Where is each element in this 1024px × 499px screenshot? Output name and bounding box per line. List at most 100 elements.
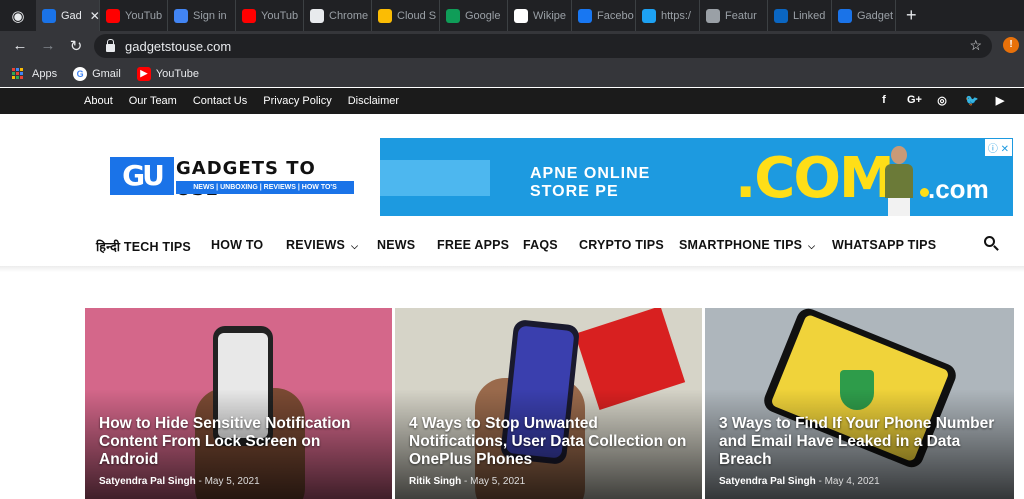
article-author[interactable]: Satyendra Pal Singh [99, 476, 196, 487]
ad-choices-icon[interactable]: ⓘ ✕ [983, 138, 1013, 157]
back-icon[interactable]: ← [6, 37, 34, 54]
article-title[interactable]: 3 Ways to Find If Your Phone Number and … [719, 415, 1004, 469]
nav-item-label: हिन्दी TECH TIPS [96, 240, 191, 254]
close-tab-icon[interactable]: ✕ [90, 9, 99, 23]
bookmark-youtube[interactable]: ▶ YouTube [136, 66, 200, 81]
nav-item-label: HOW TO [211, 238, 264, 252]
article-card[interactable]: 4 Ways to Stop Unwanted Notifications, U… [395, 308, 702, 499]
browser-tab[interactable]: Wikipe [508, 0, 572, 31]
bookmark-apps[interactable]: Apps [12, 67, 58, 80]
nav-item[interactable]: WHATSAPP TIPS [832, 238, 936, 252]
bookmark-youtube-label: YouTube [155, 67, 200, 80]
drive-icon [378, 8, 392, 23]
article-card[interactable]: 3 Ways to Find If Your Phone Number and … [705, 308, 1014, 499]
linkedin-icon [774, 8, 788, 23]
site-logo[interactable]: GU GADGETS TO USE NEWS | UNBOXING | REVI… [110, 157, 354, 200]
featured-icon [706, 8, 720, 23]
browser-tab-label: Sign in [193, 9, 227, 22]
topbar-link[interactable]: Privacy Policy [263, 95, 331, 107]
bookmarks-bar: Apps G Gmail ▶ YouTube [0, 60, 1024, 87]
new-tab-button[interactable]: + [906, 5, 917, 26]
ad-banner[interactable]: APNE ONLINE STORE PE .COM .com ⓘ ✕ [380, 138, 1013, 216]
browser-tab[interactable]: Google [440, 0, 508, 31]
ad-line-1: APNE ONLINE [530, 165, 651, 182]
nav-item-label: FREE APPS [437, 238, 510, 252]
topbar-link[interactable]: Contact Us [193, 95, 247, 107]
browser-tab[interactable]: Linked [768, 0, 832, 31]
nav-item-label: CRYPTO TIPS [579, 238, 664, 252]
logo-tagline: NEWS | UNBOXING | REVIEWS | HOW TO'S [176, 181, 354, 194]
nav-item[interactable]: FAQS [523, 238, 558, 252]
address-bar[interactable]: gadgetstouse.com ☆ [94, 34, 992, 58]
nav-shadow [0, 266, 1024, 272]
youtube-icon: ▶ [136, 66, 151, 81]
nav-item[interactable]: हिन्दी TECH TIPS [96, 238, 191, 255]
nav-item[interactable]: NEWS [377, 238, 415, 252]
browser-tab[interactable]: https:/ [636, 0, 700, 31]
ad-stripe [380, 160, 490, 196]
browser-tab[interactable]: Cloud S [372, 0, 440, 31]
forward-icon[interactable]: → [34, 37, 62, 54]
gtu-icon [42, 8, 56, 23]
sheets-icon [446, 8, 460, 23]
youtube-icon [242, 8, 256, 23]
bookmark-star-icon[interactable]: ☆ [969, 37, 982, 54]
google-plus-icon[interactable]: G+ [907, 94, 922, 107]
article-meta: Satyendra Pal Singh - May 4, 2021 [719, 476, 880, 487]
article-title[interactable]: How to Hide Sensitive Notification Conte… [99, 415, 382, 469]
nav-item[interactable]: HOW TO [211, 238, 263, 252]
browser-tab[interactable]: Featur [700, 0, 768, 31]
article-date: May 5, 2021 [470, 476, 526, 487]
browser-tab[interactable]: Gadget [832, 0, 896, 31]
apps-grid-icon [12, 67, 24, 80]
bookmark-apps-label: Apps [32, 67, 58, 80]
browser-tab-label: Gad [61, 9, 82, 22]
nav-item[interactable]: REVIEWS ⌵ [286, 238, 358, 252]
nav-item-label: NEWS [377, 238, 416, 252]
main-navigation: हिन्दी TECH TIPS HOW TO REVIEWS ⌵ NEWS FREE A… [0, 230, 1024, 266]
browser-tab[interactable]: Chrome [304, 0, 372, 31]
browser-tab-label: Featur [725, 9, 757, 22]
ad-big-domain: .COM [735, 146, 895, 211]
article-date: May 5, 2021 [204, 476, 260, 487]
browser-tab[interactable]: YouTub [100, 0, 168, 31]
logo-mark: GU [110, 157, 174, 195]
browser-tab[interactable]: Sign in [168, 0, 236, 31]
nav-item[interactable]: CRYPTO TIPS [579, 238, 664, 252]
search-icon[interactable] [984, 236, 999, 251]
topbar-link[interactable]: Disclaimer [348, 95, 399, 107]
nav-item[interactable]: FREE APPS [437, 238, 509, 252]
topbar-link[interactable]: Our Team [129, 95, 177, 107]
bookmark-gmail[interactable]: G Gmail [73, 66, 121, 81]
browser-tab-strip: ◉ Gad ✕ YouTub Sign in YouTub Chrome Cloud S Go… [0, 0, 1024, 31]
instagram-icon[interactable]: ◎ [936, 94, 948, 107]
bookmark-gmail-label: Gmail [92, 67, 121, 80]
article-author[interactable]: Satyendra Pal Singh [719, 476, 816, 487]
article-card[interactable]: How to Hide Sensitive Notification Conte… [85, 308, 392, 499]
reload-icon[interactable]: ↻ [62, 37, 90, 55]
facebook-icon[interactable]: f [878, 94, 890, 107]
chrome-store-icon [310, 8, 324, 23]
article-title[interactable]: 4 Ways to Stop Unwanted Notifications, U… [409, 415, 692, 469]
browser-tab[interactable]: Facebo [572, 0, 636, 31]
nav-item-label: REVIEWS [286, 238, 346, 252]
twitter-icon[interactable]: 🐦 [965, 94, 979, 107]
lock-icon [106, 39, 115, 52]
article-date: May 4, 2021 [824, 476, 880, 487]
topbar-link[interactable]: About [84, 95, 113, 107]
chrome-menu-icon[interactable]: ◉ [0, 7, 36, 25]
browser-tab-label: Google [465, 9, 501, 22]
browser-tab-label: YouTub [125, 9, 163, 22]
nav-item[interactable]: SMARTPHONE TIPS ⌵ [679, 238, 815, 252]
browser-tab-label: https:/ [661, 9, 691, 22]
browser-tab-label: Wikipe [533, 9, 567, 22]
nav-item-label: FAQS [523, 238, 558, 252]
article-author[interactable]: Ritik Singh [409, 476, 461, 487]
browser-tab[interactable]: YouTub [236, 0, 304, 31]
browser-tab[interactable]: Gad ✕ [36, 0, 100, 31]
facebook-icon [578, 8, 592, 23]
extension-icon[interactable]: ! [1003, 37, 1019, 53]
url-text: gadgetstouse.com [125, 38, 232, 54]
nav-item-label: SMARTPHONE TIPS [679, 238, 803, 252]
youtube-icon[interactable]: ▶ [994, 94, 1006, 107]
